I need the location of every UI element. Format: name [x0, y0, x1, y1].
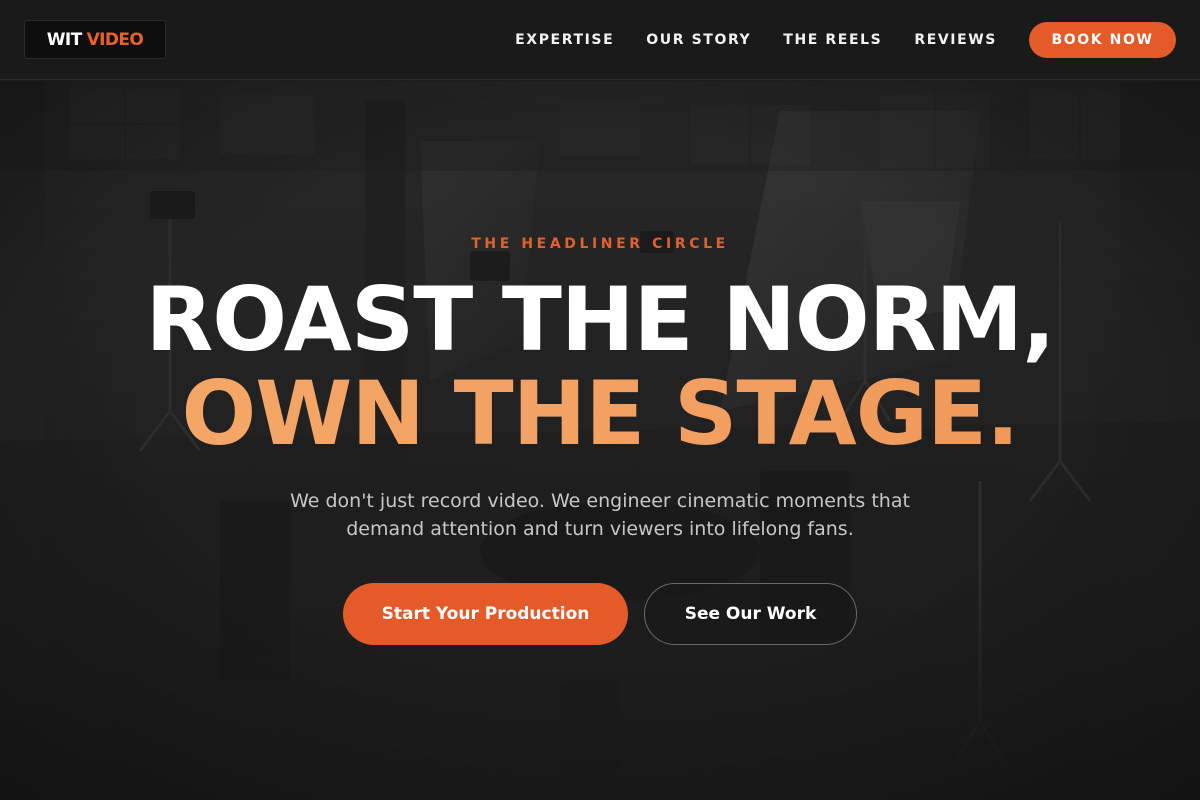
- nav-link-the-reels[interactable]: THE REELS: [783, 32, 882, 48]
- book-now-button[interactable]: BOOK NOW: [1029, 21, 1176, 58]
- site-header: WIT VIDEO EXPERTISE OUR STORY THE REELS …: [0, 0, 1200, 80]
- brand-word-1: WIT: [46, 29, 82, 50]
- nav-link-our-story[interactable]: OUR STORY: [646, 32, 751, 48]
- page: WIT VIDEO EXPERTISE OUR STORY THE REELS …: [0, 0, 1200, 800]
- see-our-work-button[interactable]: See Our Work: [644, 583, 857, 645]
- hero-headline-line-2: OWN THE STAGE.: [0, 366, 1200, 462]
- nav-link-expertise[interactable]: EXPERTISE: [515, 32, 614, 48]
- brand-word-2: VIDEO: [86, 29, 144, 50]
- hero-headline-line-1: ROAST THE NORM,: [145, 268, 1056, 371]
- brand-logo[interactable]: WIT VIDEO: [24, 20, 166, 59]
- hero-subtitle: We don't just record video. We engineer …: [290, 490, 910, 540]
- start-production-button[interactable]: Start Your Production: [343, 583, 628, 645]
- hero-content: THE HEADLINER CIRCLE ROAST THE NORM, OWN…: [0, 0, 1200, 800]
- hero-eyebrow: THE HEADLINER CIRCLE: [471, 236, 729, 252]
- main-nav: EXPERTISE OUR STORY THE REELS REVIEWS BO…: [515, 21, 1176, 58]
- nav-link-reviews[interactable]: REVIEWS: [914, 32, 997, 48]
